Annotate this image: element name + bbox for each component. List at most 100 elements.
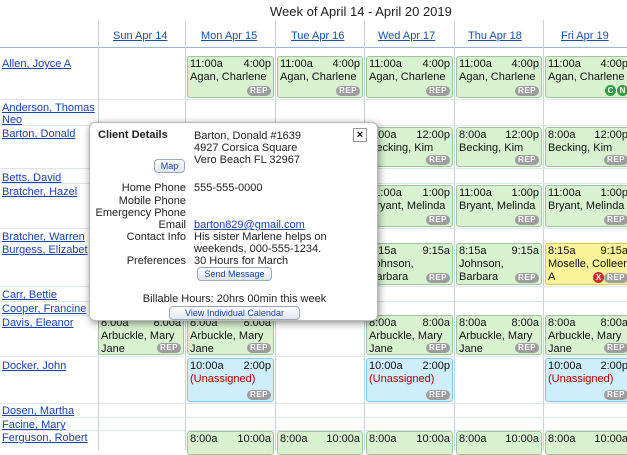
row-divider xyxy=(0,403,627,404)
day-header-tue[interactable]: Tue Apr 16 xyxy=(291,30,344,42)
appt-unassigned: (Unassigned) xyxy=(369,373,435,385)
appointment-block[interactable]: 8:00a 10:00a xyxy=(456,431,542,455)
appointment-block[interactable]: 10:00a 2:00p (Unassigned) REP xyxy=(545,358,627,402)
client-link[interactable]: Barton, Donald xyxy=(2,128,98,140)
repeat-badge: REP xyxy=(515,86,539,96)
appointment-block[interactable]: 8:00a 12:00p Becking, Kim REP xyxy=(456,127,542,167)
client-link[interactable]: Allen, Joyce A xyxy=(2,58,98,70)
client-link[interactable]: Betts, David xyxy=(2,172,98,184)
cancel-status-icon[interactable]: X xyxy=(593,272,604,283)
repeat-badge: REP xyxy=(426,155,450,165)
appointment-block[interactable]: 8:00a 8:00a Arbuckle, Mary Jane REP xyxy=(366,315,453,355)
appt-end-time: 12:00p xyxy=(505,129,539,141)
appointment-block[interactable]: 11:00a 1:00p Bryant, Melinda REP xyxy=(545,185,627,227)
appointment-block[interactable]: 11:00a 1:00p Bryant, Melinda REP xyxy=(456,185,542,227)
appointment-block[interactable]: 8:00a 10:00a xyxy=(277,431,363,455)
appointment-block[interactable]: 8:00a 8:00a Arbuckle, Mary Jane REP xyxy=(456,315,542,355)
appt-end-time: 2:00p xyxy=(600,360,627,372)
appointment-block[interactable]: 11:00a 4:00p Agan, Charlene C N xyxy=(545,56,627,98)
email-link[interactable]: barton829@gmail.com xyxy=(194,220,305,231)
appt-start-time: 11:00a xyxy=(280,58,313,70)
repeat-badge: REP xyxy=(604,390,627,400)
appt-end-time: 10:00a xyxy=(416,433,450,445)
appointment-block[interactable]: 8:00a 12:00p Becking, Kim REP xyxy=(545,127,627,167)
appointment-block[interactable]: 11:00a 4:00p Agan, Charlene REP xyxy=(456,56,542,98)
client-link[interactable]: Docker, John xyxy=(2,360,98,372)
client-link[interactable]: Anderson, Thomas xyxy=(2,102,98,114)
grid-line xyxy=(543,20,544,450)
appointment-block[interactable]: 8:00a 10:00a xyxy=(545,431,627,455)
appointment-block[interactable]: 8:00a 8:00a Arbuckle, Mary Jane REP xyxy=(98,315,184,355)
appt-caregiver: Becking, Kim xyxy=(459,142,524,154)
client-link[interactable]: Bratcher, Hazel xyxy=(2,186,98,198)
appointment-block[interactable]: 8:00a 10:00a xyxy=(187,431,274,455)
day-header-fri[interactable]: Fri Apr 19 xyxy=(561,30,609,42)
repeat-badge: REP xyxy=(515,215,539,225)
row-divider xyxy=(0,99,627,100)
appointment-block[interactable]: 10:00a 2:00p (Unassigned) REP xyxy=(366,358,453,402)
send-message-button[interactable]: Send Message xyxy=(197,267,272,281)
client-link[interactable]: Ferguson, Robert xyxy=(2,432,98,444)
appointment-block[interactable]: 8:15a 9:15a Johnson, Barbara REP xyxy=(366,243,453,285)
appt-caregiver: Bryant, Melinda xyxy=(459,200,536,212)
appt-end-time: 4:00p xyxy=(511,58,539,70)
client-link[interactable]: Burgess, Elizabet xyxy=(2,244,98,256)
repeat-badge: REP xyxy=(426,215,450,225)
contact-info-line2: weekends, 000-555-1234. xyxy=(194,243,322,255)
client-link[interactable]: Cooper, Francine xyxy=(2,303,98,315)
appointment-block[interactable]: 8:00a 8:00a Arbuckle, Mary Jane REP xyxy=(187,315,274,355)
client-link[interactable]: Neo xyxy=(2,114,98,126)
appt-start-time: 10:00a xyxy=(190,360,224,372)
appt-end-time: 9:15a xyxy=(422,245,450,257)
appt-end-time: 8:00a xyxy=(511,317,539,329)
client-link[interactable]: Bratcher, Warren xyxy=(2,231,98,243)
appt-caregiver: Becking, Kim xyxy=(548,142,613,154)
appointment-block[interactable]: 8:00a 8:00a Arbuckle, Mary Jane REP xyxy=(545,315,627,355)
close-icon[interactable]: × xyxy=(353,128,367,142)
appointment-block[interactable]: 8:00a 12:00p Becking, Kim REP xyxy=(366,127,453,167)
appointment-block[interactable]: 11:00a 1:00p Bryant, Melinda REP xyxy=(366,185,453,227)
client-link[interactable]: Facine, Mary xyxy=(2,419,98,431)
repeat-badge: REP xyxy=(604,343,627,353)
repeat-badge: REP xyxy=(604,273,627,283)
n-status-icon[interactable]: N xyxy=(617,85,627,96)
appt-end-time: 10:00a xyxy=(505,433,539,445)
client-link[interactable]: Dosen, Martha xyxy=(2,405,98,417)
appointment-block[interactable]: 10:00a 2:00p (Unassigned) REP xyxy=(187,358,274,402)
view-calendar-button[interactable]: View Individual Calendar xyxy=(169,306,300,320)
day-header-mon[interactable]: Mon Apr 15 xyxy=(201,30,257,42)
repeat-badge: REP xyxy=(336,86,360,96)
appt-start-time: 8:15a xyxy=(459,245,487,257)
appointment-block[interactable]: 11:00a 4:00p Agan, Charlene REP xyxy=(366,56,453,98)
billable-hours: Billable Hours: 20hrs 00min this week xyxy=(142,293,327,305)
day-header-wed[interactable]: Wed Apr 17 xyxy=(378,30,435,42)
appt-end-time: 1:00p xyxy=(422,187,450,199)
map-button[interactable]: Map xyxy=(154,159,185,173)
appointment-block[interactable]: 8:15a 9:15a Moselle, Colleen A X REP xyxy=(545,243,627,285)
appt-start-time: 8:00a xyxy=(548,433,576,445)
appt-end-time: 9:15a xyxy=(511,245,539,257)
appointment-block[interactable]: 8:00a 10:00a xyxy=(366,431,453,455)
client-link[interactable]: Davis, Eleanor xyxy=(2,317,98,329)
repeat-badge: REP xyxy=(247,343,271,353)
row-divider xyxy=(0,356,627,357)
appointment-block[interactable]: 11:00a 4:00p Agan, Charlene REP xyxy=(277,56,363,98)
day-header-thu[interactable]: Thu Apr 18 xyxy=(468,30,522,42)
appt-caregiver: Agan, Charlene xyxy=(548,71,625,83)
row-divider xyxy=(0,417,627,418)
appt-start-time: 11:00a xyxy=(459,58,492,70)
appt-end-time: 12:00p xyxy=(594,129,627,141)
day-header-sun[interactable]: Sun Apr 14 xyxy=(113,30,167,42)
appt-start-time: 8:00a xyxy=(459,317,487,329)
preferences-label: Preferences xyxy=(126,255,186,267)
header-divider xyxy=(0,47,627,48)
appointment-block[interactable]: 11:00a 4:00p Agan, Charlene REP xyxy=(187,56,274,98)
appointment-block[interactable]: 8:15a 9:15a Johnson, Barbara REP xyxy=(456,243,542,285)
email-label: Email xyxy=(158,219,186,231)
appt-start-time: 11:00a xyxy=(369,58,402,70)
week-title: Week of April 14 - April 20 2019 xyxy=(270,4,452,19)
c-status-icon[interactable]: C xyxy=(605,85,616,96)
repeat-badge: REP xyxy=(426,390,450,400)
appt-caregiver: Arbuckle, Mary xyxy=(548,330,622,342)
client-link[interactable]: Carr, Bettie xyxy=(2,289,98,301)
